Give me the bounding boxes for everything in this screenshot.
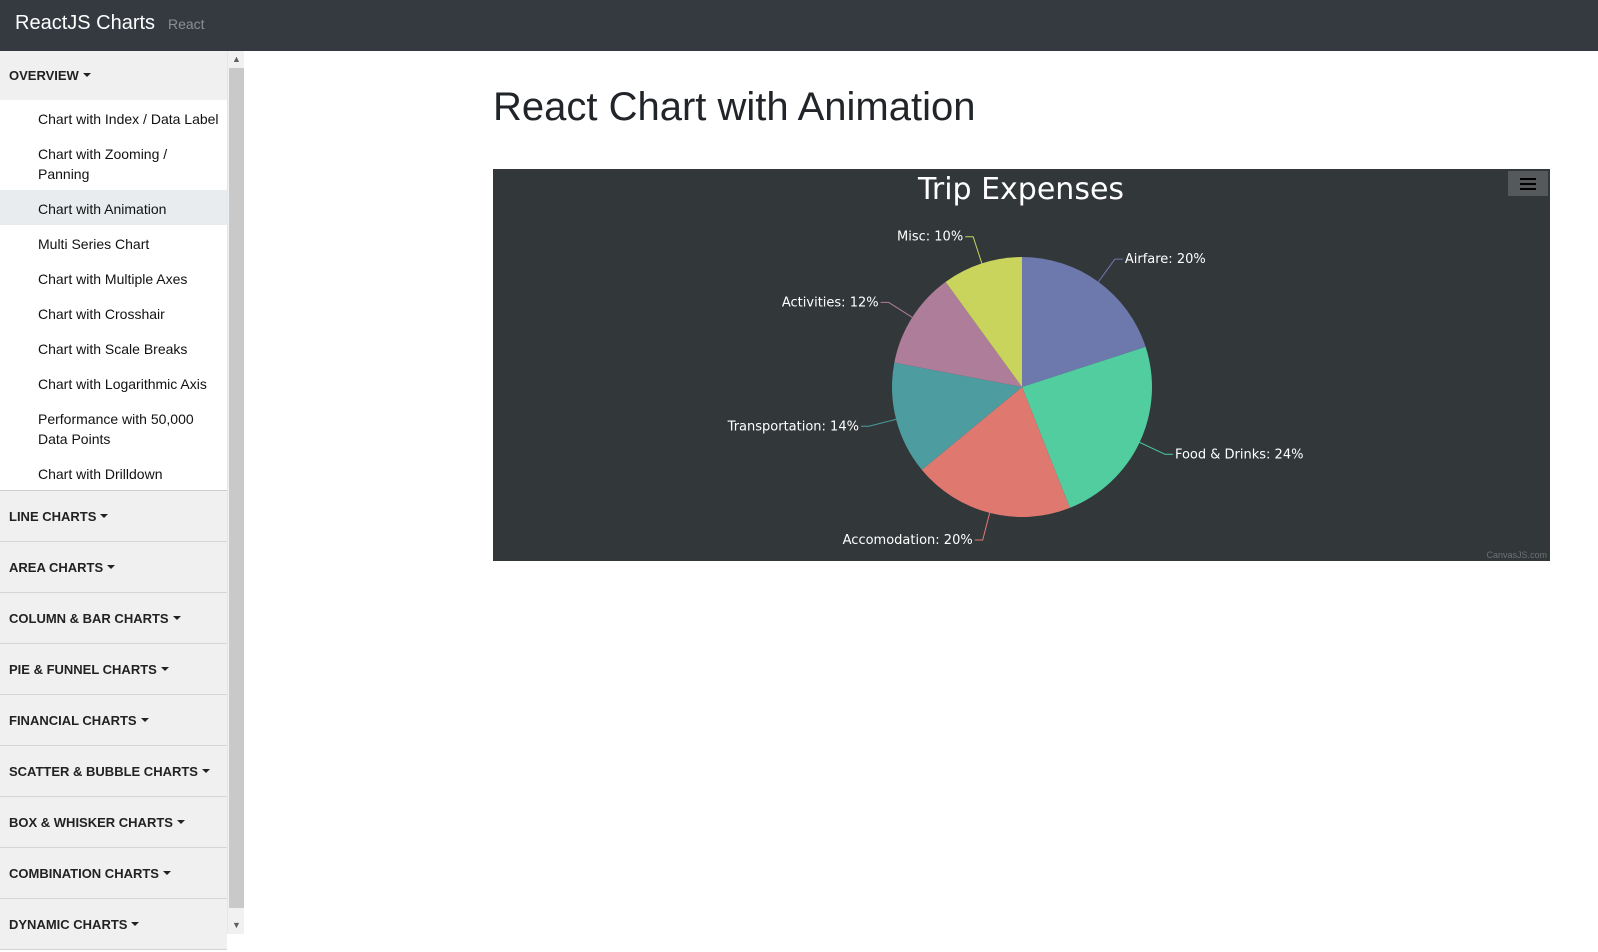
sidebar-category-area[interactable]: AREA CHARTS <box>0 542 227 593</box>
pie-data-label: Food & Drinks: 24% <box>1175 447 1304 462</box>
hamburger-menu-icon <box>1520 178 1536 190</box>
sidebar-item-multiple-axes[interactable]: Chart with Multiple Axes <box>0 260 227 295</box>
page-title: React Chart with Animation <box>493 85 976 129</box>
sidebar-item-crosshair[interactable]: Chart with Crosshair <box>0 295 227 330</box>
sidebar: OVERVIEW Chart with Index / Data Label C… <box>0 51 244 952</box>
category-label: BOX & WHISKER CHARTS <box>9 815 173 830</box>
sidebar-category-financial[interactable]: FINANCIAL CHARTS <box>0 695 227 746</box>
sidebar-item-animation[interactable]: Chart with Animation <box>0 190 227 225</box>
sidebar-item-logarithmic-axis[interactable]: Chart with Logarithmic Axis <box>0 365 227 400</box>
category-label: PIE & FUNNEL CHARTS <box>9 662 157 677</box>
sidebar-item-scale-breaks[interactable]: Chart with Scale Breaks <box>0 330 227 365</box>
category-label: DYNAMIC CHARTS <box>9 917 128 932</box>
top-navbar: ReactJS Charts React <box>0 0 1598 51</box>
pie-data-label: Transportation: 14% <box>727 419 859 434</box>
sidebar-category-line[interactable]: LINE CHARTS <box>0 491 227 542</box>
category-label: AREA CHARTS <box>9 560 104 575</box>
pie-data-label: Misc: 10% <box>897 230 963 245</box>
overview-submenu: Chart with Index / Data Label Chart with… <box>0 100 227 491</box>
sidebar-category-scatter-bubble[interactable]: SCATTER & BUBBLE CHARTS <box>0 746 227 797</box>
pie-label-connector <box>965 236 983 264</box>
category-label: SCATTER & BUBBLE CHARTS <box>9 764 198 779</box>
category-label: FINANCIAL CHARTS <box>9 713 137 728</box>
brand-subtitle[interactable]: React <box>168 16 205 32</box>
caret-down-icon <box>140 718 149 722</box>
sidebar-item-drilldown[interactable]: Chart with Drilldown <box>0 455 227 490</box>
sidebar-category-overview[interactable]: OVERVIEW <box>0 51 227 100</box>
caret-down-icon <box>107 565 116 569</box>
scroll-up-arrow-icon[interactable]: ▲ <box>228 51 244 68</box>
category-label: LINE CHARTS <box>9 509 97 524</box>
category-label: OVERVIEW <box>9 68 79 83</box>
sidebar-item-performance[interactable]: Performance with 50,000 Data Points <box>0 400 200 455</box>
scroll-down-arrow-icon[interactable]: ▼ <box>228 917 244 934</box>
sidebar-category-pie-funnel[interactable]: PIE & FUNNEL CHARTS <box>0 644 227 695</box>
caret-down-icon <box>131 922 140 926</box>
pie-label-connector <box>1098 258 1123 283</box>
sidebar-category-box-whisker[interactable]: BOX & WHISKER CHARTS <box>0 797 227 848</box>
chart-container: Trip Expenses Airfare: 20% Food & Drinks:… <box>493 169 1550 561</box>
sidebar-scrollbar[interactable]: ▲ ▼ <box>227 51 244 934</box>
caret-down-icon <box>201 769 210 773</box>
pie-data-label: Airfare: 20% <box>1125 252 1206 267</box>
caret-down-icon <box>176 820 185 824</box>
sidebar-category-column-bar[interactable]: COLUMN & BAR CHARTS <box>0 593 227 644</box>
pie-label-connector <box>1139 441 1173 455</box>
pie-chart: Trip Expenses Airfare: 20% Food & Drinks:… <box>727 172 1304 548</box>
caret-down-icon <box>82 73 91 77</box>
sidebar-category-combination[interactable]: COMBINATION CHARTS <box>0 848 227 899</box>
brand-title[interactable]: ReactJS Charts <box>15 12 155 35</box>
pie-data-label: Accomodation: 20% <box>843 533 973 548</box>
sidebar-category-dynamic[interactable]: DYNAMIC CHARTS <box>0 899 227 950</box>
sidebar-item-multi-series[interactable]: Multi Series Chart <box>0 225 227 260</box>
caret-down-icon <box>172 616 181 620</box>
pie-label-connector <box>974 512 991 541</box>
chart-menu-button[interactable] <box>1508 171 1548 196</box>
category-label: COMBINATION CHARTS <box>9 866 159 881</box>
pie-data-label: Activities: 12% <box>782 295 879 310</box>
canvasjs-credit[interactable]: CanvasJS.com <box>1486 550 1547 560</box>
pie-label-connector <box>880 301 913 318</box>
sidebar-menu: OVERVIEW Chart with Index / Data Label C… <box>0 51 227 950</box>
category-label: COLUMN & BAR CHARTS <box>9 611 169 626</box>
caret-down-icon <box>162 871 171 875</box>
sidebar-item-zooming-panning[interactable]: Chart with Zooming / Panning <box>0 135 227 190</box>
caret-down-icon <box>100 514 109 518</box>
caret-down-icon <box>160 667 169 671</box>
main-content: React Chart with Animation Trip Expenses… <box>244 51 1598 952</box>
scrollbar-thumb[interactable] <box>229 68 244 908</box>
sidebar-item-index-data-label[interactable]: Chart with Index / Data Label <box>0 100 227 135</box>
pie-slices <box>892 257 1152 517</box>
pie-label-connector <box>860 418 897 427</box>
chart-title: Trip Expenses <box>917 172 1124 207</box>
